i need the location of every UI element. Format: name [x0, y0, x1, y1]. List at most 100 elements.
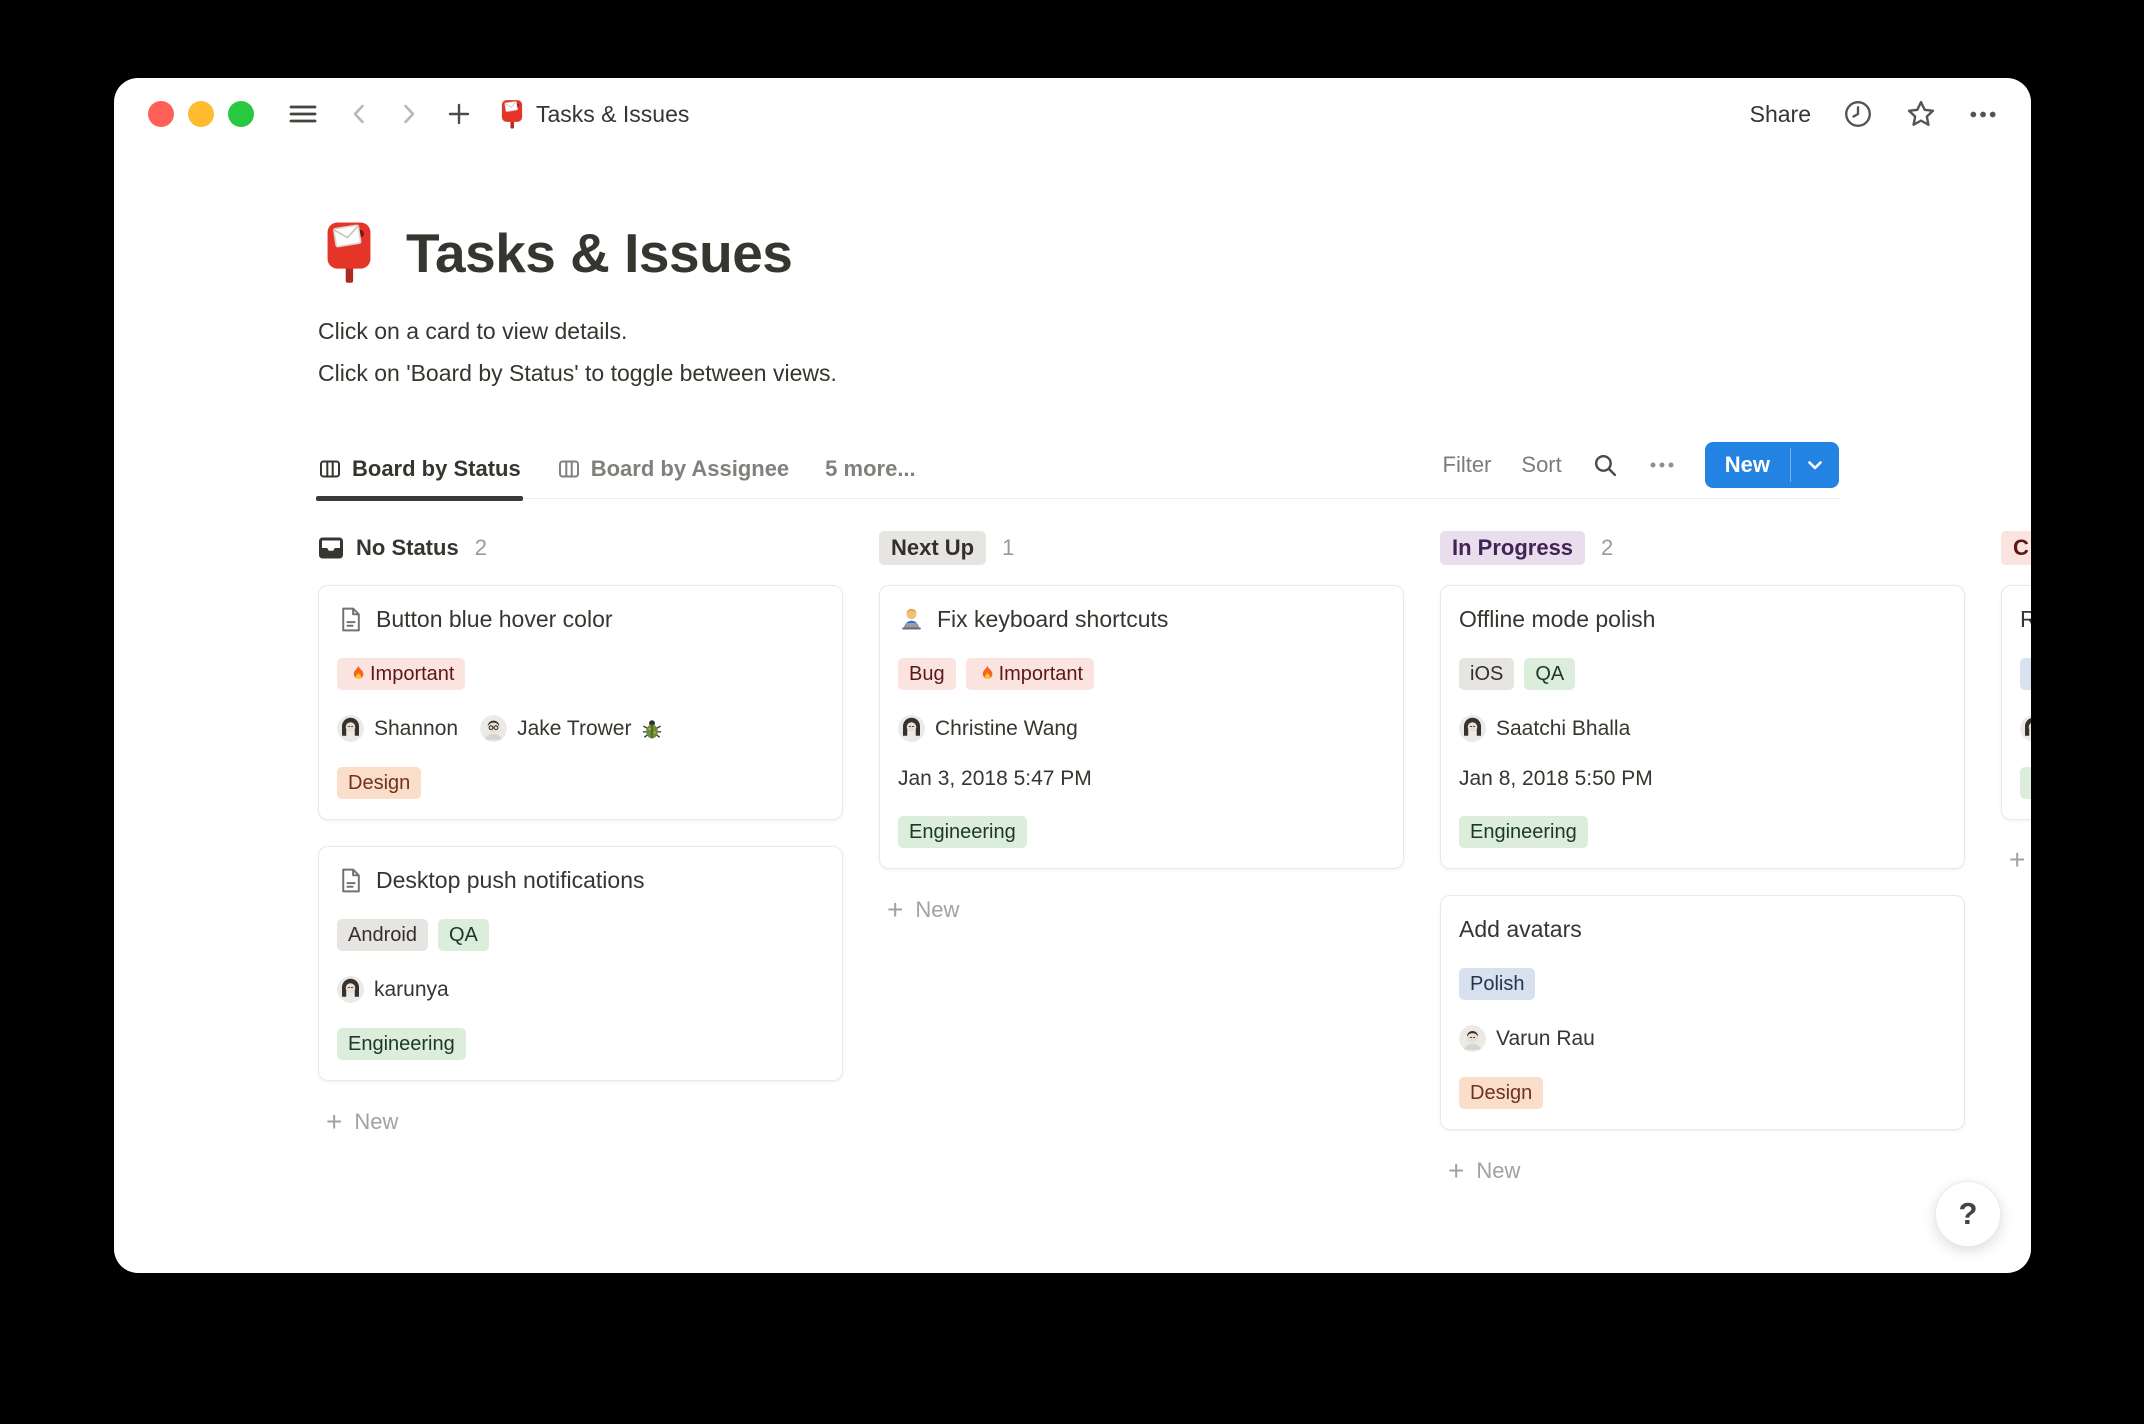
back-button[interactable] — [348, 101, 370, 127]
tab-5-more[interactable]: 5 more... — [825, 456, 915, 498]
column-header-c[interactable]: C — [2001, 527, 2031, 569]
tag-e[interactable]: E — [2020, 767, 2031, 799]
card-tags: E — [2020, 767, 2031, 799]
add-card-button[interactable]: + — [2001, 844, 2031, 876]
tag-android[interactable]: Android — [337, 919, 428, 951]
column-header-next-up[interactable]: Next Up1 — [879, 527, 1404, 569]
card-tags: Design — [1459, 1077, 1946, 1109]
card-title: Fix keyboard shortcuts — [898, 606, 1385, 633]
forward-button[interactable] — [398, 101, 420, 127]
updates-button[interactable] — [1843, 99, 1873, 129]
avatar-woman-icon — [337, 715, 364, 742]
tag-engineering[interactable]: Engineering — [337, 1028, 466, 1060]
search-button[interactable] — [1592, 452, 1619, 479]
tag-engineering[interactable]: Engineering — [1459, 816, 1588, 848]
kanban-card-r[interactable]: RPE — [2001, 585, 2031, 820]
share-button[interactable]: Share — [1750, 101, 1811, 128]
board-column-in-progress: In Progress2Offline mode polishiOSQASaat… — [1440, 527, 1965, 1188]
card-tags: P — [2020, 658, 2031, 690]
card-people: Saatchi Bhalla — [1459, 715, 1946, 742]
plus-icon: + — [1448, 1159, 1464, 1183]
board-column-no-status: No Status2 Button blue hover colorImporta… — [318, 527, 843, 1139]
tag-polish[interactable]: Polish — [1459, 968, 1535, 1000]
new-tab-button[interactable] — [446, 101, 472, 127]
search-icon — [1592, 452, 1619, 479]
column-count: 2 — [475, 535, 487, 561]
new-button[interactable]: New — [1705, 442, 1790, 488]
column-count: 2 — [1601, 535, 1613, 561]
tag-p[interactable]: P — [2020, 658, 2031, 690]
page-icon-mailbox[interactable] — [318, 220, 380, 286]
tag-qa[interactable]: QA — [438, 919, 489, 951]
view-options-button[interactable] — [1649, 461, 1675, 469]
chevron-right-icon — [398, 101, 420, 127]
tag-bug[interactable]: Bug — [898, 658, 956, 690]
board-column-c: CRPE+ — [2001, 527, 2031, 876]
tag-ios[interactable]: iOS — [1459, 658, 1514, 690]
sort-button[interactable]: Sort — [1521, 452, 1561, 478]
description-line: Click on a card to view details. — [318, 310, 2031, 352]
card-tags: Polish — [1459, 968, 1946, 1000]
chevron-left-icon — [348, 101, 370, 127]
avatar-man-glasses-icon — [480, 715, 507, 742]
tab-label: Board by Status — [352, 456, 521, 482]
kanban-card-button-blue-hover-color[interactable]: Button blue hover colorImportantShannonJ… — [318, 585, 843, 820]
favorite-button[interactable] — [1905, 98, 1937, 130]
person-varun-rau: Varun Rau — [1459, 1025, 1595, 1052]
column-header-in-progress[interactable]: In Progress2 — [1440, 527, 1965, 569]
tag-engineering[interactable]: Engineering — [898, 816, 1027, 848]
card-people: karunya — [337, 976, 824, 1003]
fire-icon — [977, 664, 997, 684]
close-window-button[interactable] — [148, 101, 174, 127]
column-header-no-status[interactable]: No Status2 — [318, 527, 843, 569]
clock-icon — [1843, 99, 1873, 129]
tag-design[interactable]: Design — [337, 767, 421, 799]
card-tags: Engineering — [1459, 816, 1946, 848]
zoom-window-button[interactable] — [228, 101, 254, 127]
help-button[interactable]: ? — [1935, 1181, 2001, 1247]
mailbox-icon — [498, 99, 526, 130]
add-card-button[interactable]: +New — [879, 893, 1404, 927]
page-description: Click on a card to view details. Click o… — [318, 310, 2031, 394]
tag-qa[interactable]: QA — [1524, 658, 1575, 690]
tag-important[interactable]: Important — [966, 658, 1094, 690]
sidebar-menu-button[interactable] — [288, 101, 318, 127]
avatar-man-icon — [1459, 1025, 1486, 1052]
tag-design[interactable]: Design — [1459, 1077, 1543, 1109]
kanban-card-offline-mode-polish[interactable]: Offline mode polishiOSQASaatchi BhallaJa… — [1440, 585, 1965, 869]
filter-button[interactable]: Filter — [1443, 452, 1492, 478]
add-card-button[interactable]: +New — [318, 1105, 843, 1139]
plus-icon — [446, 101, 472, 127]
kanban-card-desktop-push-notifications[interactable]: Desktop push notifications Android QA karun… — [318, 846, 843, 1081]
new-dropdown-button[interactable] — [1791, 442, 1839, 488]
add-card-button[interactable]: +New — [1440, 1154, 1965, 1188]
column-count: 1 — [1002, 535, 1014, 561]
avatar-woman-icon — [1459, 715, 1486, 742]
avatar-woman-icon — [2020, 715, 2031, 742]
description-line: Click on 'Board by Status' to toggle bet… — [318, 352, 2031, 394]
ellipsis-icon — [1649, 461, 1675, 469]
beetle-icon — [641, 718, 663, 740]
kanban-board: No Status2 Button blue hover colorImporta… — [114, 527, 2031, 1188]
minimize-window-button[interactable] — [188, 101, 214, 127]
tab-board-by-status[interactable]: Board by Status — [318, 456, 521, 498]
board-column-next-up: Next Up1 Fix keyboard shortcuts Bug Importa… — [879, 527, 1404, 927]
page-favicon — [498, 99, 526, 130]
more-options-button[interactable] — [1969, 110, 1997, 119]
new-item-split-button: New — [1705, 442, 1839, 488]
kanban-card-add-avatars[interactable]: Add avatarsPolishVarun RauDesign — [1440, 895, 1965, 1130]
kanban-card-fix-keyboard-shortcuts[interactable]: Fix keyboard shortcutsBugImportantChrist… — [879, 585, 1404, 869]
card-title: Desktop push notifications — [337, 867, 824, 894]
tab-board-by-assignee[interactable]: Board by Assignee — [557, 456, 789, 498]
tab-label: Board by Assignee — [591, 456, 789, 482]
titlebar: Tasks & Issues Share — [114, 78, 2031, 150]
card-tags: iOS QA — [1459, 658, 1946, 690]
avatar-woman-icon — [898, 715, 925, 742]
plus-icon: + — [326, 1110, 342, 1134]
page-header: Tasks & Issues — [318, 220, 2031, 286]
view-tabs: Board by Status Board by Assignee 5 more..… — [318, 456, 916, 498]
tag-important[interactable]: Important — [337, 658, 465, 690]
card-date: Jan 3, 2018 5:47 PM — [898, 767, 1385, 791]
titlebar-title: Tasks & Issues — [536, 101, 689, 128]
person-jake-trower: Jake Trower — [480, 715, 663, 742]
